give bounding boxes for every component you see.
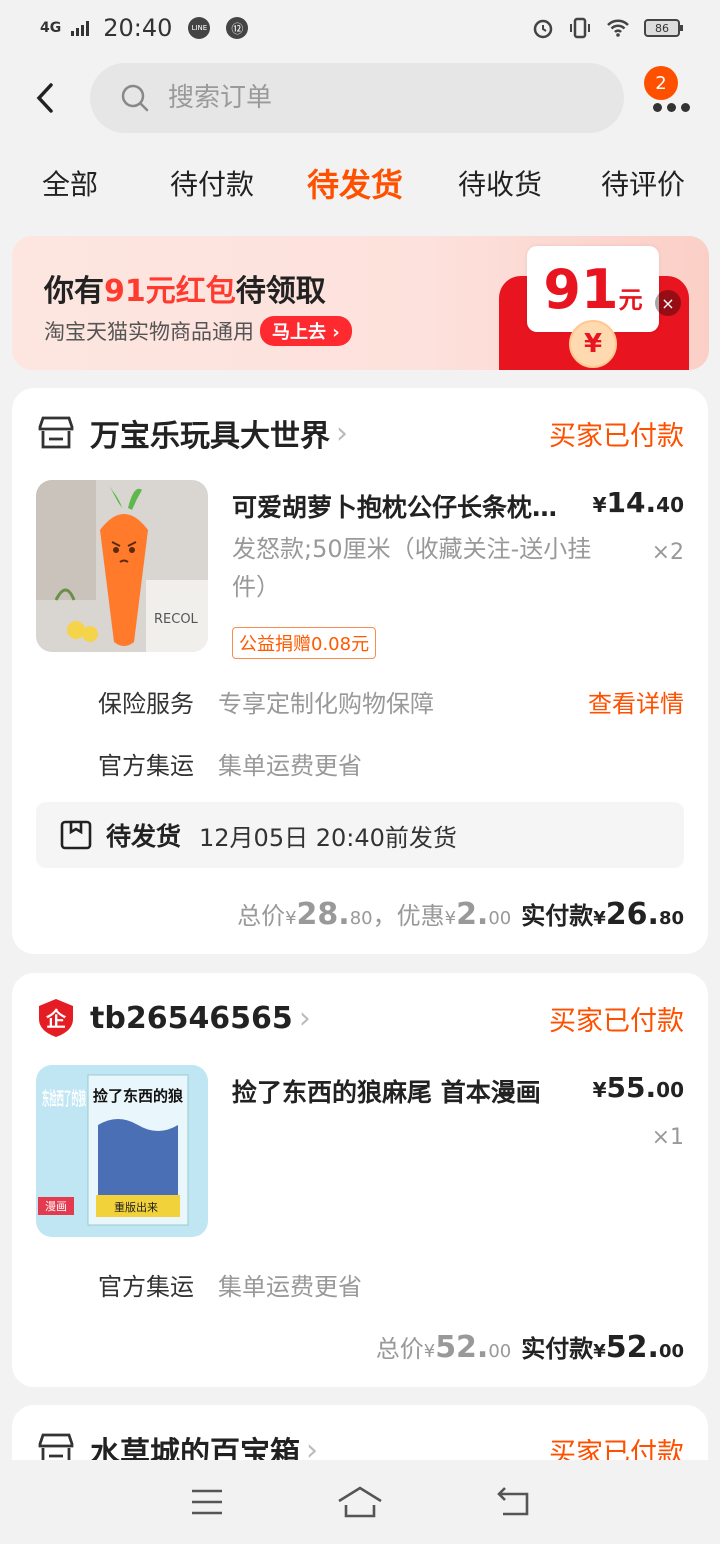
banner-title: 你有91元红包待领取 bbox=[44, 274, 326, 309]
notification-icon: ⑫ bbox=[226, 17, 249, 39]
ship-status: 待发货 bbox=[106, 822, 182, 851]
order-totals: 总价 ¥28. 80 ， 优惠 ¥2. 00 实付款 ¥26. 80 bbox=[237, 897, 684, 932]
order-card: 企 tb26546565 › 买家已付款 捡了东西的狼 重版出来 东捡西了的狼 … bbox=[12, 973, 708, 1387]
cover-title: 捡了东西的狼 bbox=[93, 1087, 184, 1105]
tab-pending-review[interactable]: 待评价 bbox=[601, 155, 685, 215]
service-consolidated-shipping: 官方集运 集单运费更省 bbox=[98, 752, 362, 780]
back-icon bbox=[497, 1487, 529, 1516]
banner-subtitle: 淘宝天猫实物商品通用 马上去 › bbox=[44, 316, 352, 346]
back-nav-button[interactable] bbox=[483, 1477, 543, 1527]
home-icon bbox=[338, 1486, 382, 1518]
search-icon bbox=[121, 84, 149, 112]
menu-icon bbox=[191, 1489, 222, 1515]
cover-side-text: 东捡西了的狼 bbox=[42, 1088, 86, 1110]
home-button[interactable] bbox=[330, 1477, 390, 1527]
svg-text:企: 企 bbox=[45, 1007, 67, 1031]
shop-name: tb26546565 bbox=[90, 1000, 293, 1036]
chevron-left-icon bbox=[36, 83, 53, 113]
tab-pending-receipt[interactable]: 待收货 bbox=[458, 155, 542, 215]
service-insurance: 保险服务 专享定制化购物保障 bbox=[98, 690, 434, 718]
alarm-icon bbox=[533, 19, 553, 39]
product-image[interactable]: RECOL bbox=[36, 480, 208, 652]
search-bar[interactable] bbox=[90, 63, 624, 133]
product-price: ¥14.40 bbox=[592, 486, 684, 519]
service-consolidated-shipping: 官方集运 集单运费更省 bbox=[98, 1273, 362, 1301]
cover-badge: 重版出来 bbox=[114, 1200, 158, 1214]
back-button[interactable] bbox=[0, 60, 90, 136]
tab-pending-shipment[interactable]: 待发货 bbox=[307, 155, 403, 215]
clock: 20:40 bbox=[103, 14, 173, 42]
search-input[interactable] bbox=[168, 83, 548, 113]
pillow-text: RECOL bbox=[154, 612, 199, 627]
yen-coin-icon: ¥ bbox=[569, 320, 617, 368]
wifi-icon bbox=[607, 19, 629, 37]
status-bar: 4G 20:40 LINE ⑫ 86 bbox=[0, 0, 720, 56]
ship-deadline: 12月05日 20:40前发货 bbox=[199, 823, 457, 852]
order-totals: 总价 ¥52. 00 实付款 ¥52. 00 bbox=[375, 1330, 684, 1365]
tab-all[interactable]: 全部 bbox=[42, 155, 98, 215]
header: 2 bbox=[0, 60, 720, 136]
manga-tag: 漫画 bbox=[45, 1199, 67, 1213]
order-status: 买家已付款 bbox=[549, 1005, 684, 1037]
menu-button[interactable] bbox=[177, 1477, 237, 1527]
product-title[interactable]: 可爱胡萝卜抱枕公仔长条枕头毛绒玩具 bbox=[232, 488, 582, 524]
line-icon: LINE bbox=[188, 17, 211, 39]
vibrate-icon bbox=[570, 17, 590, 39]
battery-icon: 86 bbox=[644, 19, 683, 37]
system-nav-bar bbox=[0, 1460, 720, 1544]
more-dots-icon bbox=[652, 102, 662, 112]
product-image[interactable]: 捡了东西的狼 重版出来 东捡西了的狼 漫画 bbox=[36, 1065, 208, 1237]
order-status: 买家已付款 bbox=[549, 420, 684, 452]
go-now-button[interactable]: 马上去 › bbox=[260, 316, 352, 346]
chevron-right-icon: › bbox=[298, 1000, 311, 1036]
product-price: ¥55.00 bbox=[592, 1071, 684, 1104]
more-button[interactable]: 2 bbox=[644, 66, 696, 126]
shop-header[interactable]: 万宝乐玩具大世界 › 买家已付款 bbox=[36, 412, 684, 454]
order-tabs: 全部 待付款 待发货 待收货 待评价 bbox=[0, 155, 720, 215]
product-quantity: ×2 bbox=[651, 540, 684, 565]
order-card: 万宝乐玩具大世界 › 买家已付款 RECOL 可爱胡萝卜抱枕公仔长条枕头毛绒玩具… bbox=[12, 388, 708, 954]
network-type: 4G bbox=[40, 20, 62, 36]
tab-pending-payment[interactable]: 待付款 bbox=[170, 155, 254, 215]
chevron-right-icon: › bbox=[336, 415, 348, 451]
signal-icon bbox=[71, 20, 90, 36]
view-details-link[interactable]: 查看详情 bbox=[588, 684, 684, 719]
shop-icon bbox=[38, 416, 74, 449]
close-icon[interactable]: × bbox=[655, 290, 681, 316]
shop-header[interactable]: 企 tb26546565 › 买家已付款 bbox=[36, 997, 684, 1039]
product-title[interactable]: 捡了东西的狼麻尾 首本漫画 bbox=[232, 1073, 582, 1109]
product-sku: 发怒款;50厘米（收藏关注-送小挂件） bbox=[232, 535, 592, 601]
red-packet-banner[interactable]: 你有91元红包待领取 淘宝天猫实物商品通用 马上去 › 91 元 ¥ × bbox=[12, 236, 709, 370]
shop-name: 万宝乐玩具大世界 bbox=[90, 419, 330, 454]
package-icon bbox=[60, 820, 92, 850]
shipping-status-bar[interactable]: 待发货 12月05日 20:40前发货 bbox=[36, 802, 684, 868]
product-quantity: ×1 bbox=[651, 1125, 684, 1150]
enterprise-shield-icon: 企 bbox=[39, 999, 73, 1037]
notification-badge: 2 bbox=[644, 66, 678, 100]
charity-tag: 公益捐赠0.08元 bbox=[232, 627, 377, 659]
